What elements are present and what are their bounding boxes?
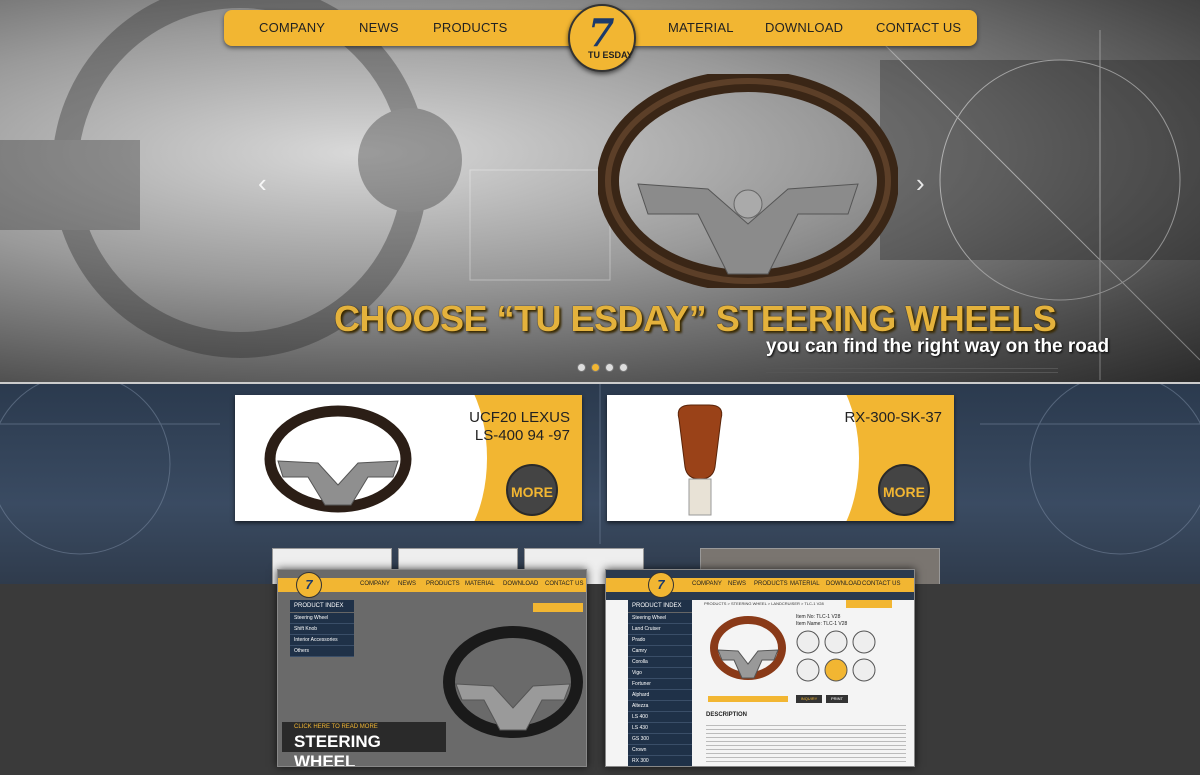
- hero-decor-lines: [766, 368, 1058, 373]
- slider-dots: [577, 363, 628, 372]
- preview-search-input: [533, 603, 583, 612]
- product-card-rx300[interactable]: RX-300-SK-37 MORE: [607, 395, 954, 521]
- preview-nav-item: PRODUCTS: [426, 581, 460, 587]
- preview-index-item: Camry: [628, 646, 692, 657]
- steering-wheel-thumbnail: [264, 405, 412, 513]
- preview-index-item: Vigo: [628, 668, 692, 679]
- preview-nav: COMPANY NEWS PRODUCTS MATERIAL DOWNLOAD …: [278, 578, 586, 592]
- product-title-line-2: LS-400 94 -97: [474, 427, 570, 444]
- more-button[interactable]: MORE: [506, 464, 558, 516]
- preview-item-name: Item Name: TLC-1 V28: [796, 621, 848, 627]
- preview-description-heading: DESCRIPTION: [706, 712, 748, 718]
- nav-contact-us[interactable]: CONTACT US: [876, 20, 961, 35]
- preview-index-item: Steering Wheel: [628, 613, 692, 624]
- preview-index-item: Fortuner: [628, 679, 692, 690]
- product-card-ucf20[interactable]: UCF20 LEXUS LS-400 94 -97 MORE: [235, 395, 582, 521]
- preview-item-no: Item No: TLC-1 V28: [796, 614, 841, 620]
- preview-index-item: Others: [290, 646, 354, 657]
- shift-knob-thumbnail: [677, 404, 723, 516]
- slider-prev-arrow[interactable]: ‹: [258, 168, 267, 199]
- preview-steering-wheel-image: [443, 626, 583, 738]
- preview-search-input: [846, 600, 892, 608]
- cta-kicker: CLICK HERE TO READ MORE: [294, 724, 378, 730]
- slider-dot-4[interactable]: [619, 363, 628, 372]
- website-preview-product-detail[interactable]: COMPANY NEWS PRODUCTS MATERIAL DOWNLOAD …: [605, 569, 915, 767]
- slider-dot-1[interactable]: [577, 363, 586, 372]
- preview-nav-item: CONTACT US: [545, 581, 584, 587]
- preview-index-item: RX 300: [628, 756, 692, 766]
- brand-logo[interactable]: 7 TU ESDAY: [568, 4, 636, 72]
- hero-banner: ‹ › COMPANY NEWS PRODUCTS MATERIAL DOWNL…: [0, 0, 1200, 382]
- preview-index-item: Steering Wheel: [290, 613, 354, 624]
- preview-breadcrumb: PRODUCTS > STEERING WHEEL > LANDCRUISER …: [704, 601, 824, 606]
- preview-index-item: LS 400: [628, 712, 692, 723]
- preview-gallery: [796, 630, 876, 682]
- preview-inquiry-button: INQUIRY: [796, 695, 822, 703]
- preview-caption-bar: [708, 696, 788, 702]
- card-curve: [739, 395, 859, 521]
- preview-nav-item: COMPANY: [360, 581, 390, 587]
- preview-nav-item: NEWS: [398, 581, 416, 587]
- preview-nav-item: NEWS: [728, 581, 746, 587]
- page: ‹ › COMPANY NEWS PRODUCTS MATERIAL DOWNL…: [0, 0, 1200, 775]
- preview-print-button: PRINT: [826, 695, 848, 703]
- preview-index-item: Alphard: [628, 690, 692, 701]
- product-title-line-1: UCF20 LEXUS: [469, 409, 570, 426]
- website-preview-steering-wheel[interactable]: COMPANY NEWS PRODUCTS MATERIAL DOWNLOAD …: [277, 569, 587, 767]
- slider-dot-3[interactable]: [605, 363, 614, 372]
- product-title: UCF20 LEXUS LS-400 94 -97: [469, 409, 570, 445]
- slider-next-arrow[interactable]: ›: [916, 168, 925, 199]
- preview-index-item: Land Cruiser: [628, 624, 692, 635]
- preview-nav-item: DOWNLOAD: [826, 581, 862, 587]
- nav-news[interactable]: NEWS: [359, 20, 399, 35]
- preview-index-item: Corolla: [628, 657, 692, 668]
- logo-text: TU ESDAY: [588, 50, 633, 60]
- nav-download[interactable]: DOWNLOAD: [765, 20, 843, 35]
- product-title: RX-300-SK-37: [844, 409, 942, 427]
- preview-index-title: PRODUCT INDEX: [628, 600, 692, 613]
- preview-logo: 7: [296, 572, 322, 598]
- preview-nav-item: PRODUCTS: [754, 581, 788, 587]
- preview-index-item: Shift Knob: [290, 624, 354, 635]
- nav-company[interactable]: COMPANY: [259, 20, 325, 35]
- nav-products[interactable]: PRODUCTS: [433, 20, 508, 35]
- preview-logo: 7: [648, 572, 674, 598]
- preview-nav-item: MATERIAL: [465, 581, 495, 587]
- preview-index-title: PRODUCT INDEX: [290, 600, 354, 613]
- preview-index-item: GS 300: [628, 734, 692, 745]
- preview-cta: CLICK HERE TO READ MORE STEERING WHEEL: [282, 722, 446, 766]
- preview-nav-item: CONTACT US: [862, 581, 901, 587]
- product-title-line-2: RX-300-SK-37: [844, 409, 942, 426]
- hero-subtitle: you can find the right way on the road: [766, 336, 1110, 357]
- preview-product-index: PRODUCT INDEX Steering Wheel Shift Knob …: [290, 600, 354, 657]
- logo-mark: 7: [588, 10, 615, 55]
- preview-nav-item: DOWNLOAD: [503, 581, 539, 587]
- showcase-section: [0, 584, 1200, 775]
- preview-index-item: Prado: [628, 635, 692, 646]
- preview-index-item: Altezza: [628, 701, 692, 712]
- more-button[interactable]: MORE: [878, 464, 930, 516]
- preview-index-item: LS 430: [628, 723, 692, 734]
- preview-index-item: Crown: [628, 745, 692, 756]
- preview-product-index: PRODUCT INDEX Steering Wheel Land Cruise…: [628, 600, 692, 766]
- preview-description-text: [706, 722, 906, 762]
- featured-steering-wheel-image: [598, 74, 898, 288]
- preview-product-image: [710, 616, 786, 680]
- preview-index-item: Interior Accessories: [290, 635, 354, 646]
- cta-title: STEERING WHEEL: [294, 732, 381, 767]
- featured-products-section: UCF20 LEXUS LS-400 94 -97 MORE RX-300-SK…: [0, 382, 1200, 584]
- nav-material[interactable]: MATERIAL: [668, 20, 734, 35]
- preview-nav-item: MATERIAL: [790, 581, 820, 587]
- hero-title: CHOOSE “TU ESDAY” STEERING WHEELS: [334, 298, 1057, 339]
- slider-dot-2[interactable]: [591, 363, 600, 372]
- preview-nav-item: COMPANY: [692, 581, 722, 587]
